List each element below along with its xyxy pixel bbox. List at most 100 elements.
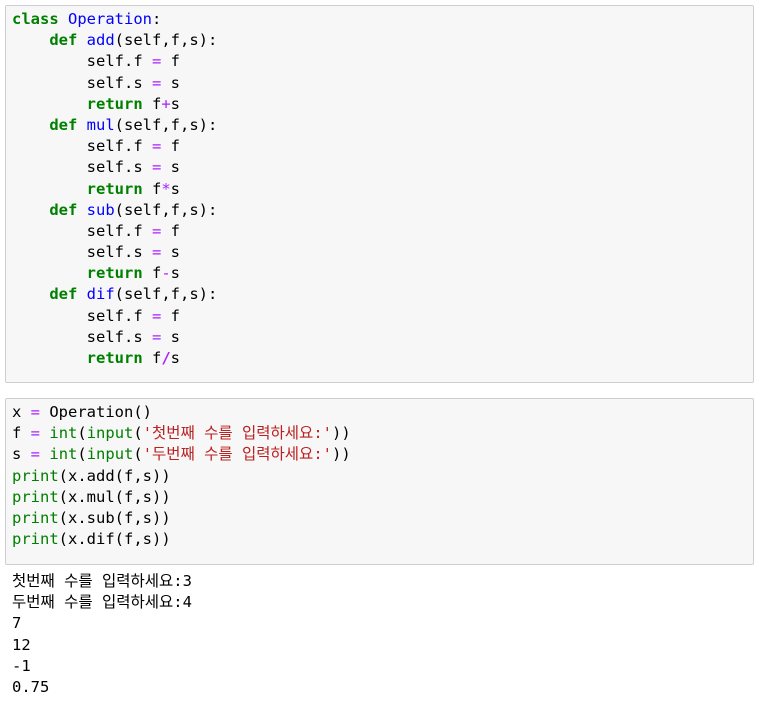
code-token: = (151, 327, 162, 346)
code-line: x = Operation() (12, 402, 753, 423)
code-token: )) (331, 445, 351, 464)
code-token: )) (331, 424, 351, 443)
code-cell-class-definition[interactable]: class Operation: def add(self,f,s): self… (5, 5, 754, 383)
code-token: - (161, 264, 171, 283)
code-token: self.f (12, 52, 152, 71)
code-token: return (86, 349, 143, 367)
code-token: = (151, 137, 162, 156)
code-token: = (30, 403, 41, 421)
code-line: return f/s (12, 348, 753, 369)
code-token: int (49, 424, 78, 443)
code-token: f (161, 221, 180, 240)
code-token: + (161, 94, 171, 113)
code-token: s (161, 158, 180, 177)
code-token: s (170, 94, 181, 113)
code-line: print(x.mul(f,s)) (12, 487, 753, 508)
code-token: mul (86, 115, 115, 134)
code-token: ( (133, 424, 143, 443)
code-token: f (161, 306, 180, 325)
code-token: * (161, 179, 171, 198)
code-token: ( (77, 424, 87, 443)
code-token: return (86, 94, 143, 113)
code-line: self.f = f (12, 306, 753, 327)
code-token: = (151, 306, 162, 325)
output-line: 12 (12, 635, 31, 654)
code-token: (x.dif(f,s)) (58, 530, 171, 549)
code-token: f (142, 349, 162, 367)
code-line: self.s = s (12, 327, 753, 348)
code-token: s (161, 243, 180, 262)
code-token: '첫번째 수를 입력하세요:' (142, 424, 332, 443)
code-line: return f-s (12, 263, 753, 284)
code-token: = (30, 424, 41, 443)
code-line: f = int(input('첫번째 수를 입력하세요:')) (12, 423, 753, 444)
code-token: dif (86, 285, 115, 304)
code-token: s (170, 179, 181, 198)
code-line: s = int(input('두번째 수를 입력하세요:')) (12, 444, 753, 465)
code-token: self.s (12, 243, 152, 262)
code-token: f (142, 94, 162, 113)
code-line: class Operation: (12, 9, 753, 30)
code-token: s (170, 349, 181, 367)
code-line: self.s = s (12, 242, 753, 263)
code-token: input (86, 424, 134, 443)
code-token: '두번째 수를 입력하세요:' (142, 445, 332, 464)
code-token: print (12, 508, 59, 527)
code-token: self.f (12, 137, 152, 156)
code-token: add (86, 31, 115, 50)
code-token: def (49, 200, 78, 219)
code-token: = (30, 445, 41, 464)
code-token: (x.mul(f,s)) (58, 487, 171, 506)
code-line: self.f = f (12, 221, 753, 242)
code-token: s (12, 445, 31, 464)
code-line: print(x.dif(f,s)) (12, 529, 753, 550)
output-line: -1 (12, 656, 31, 675)
output-line: 7 (12, 614, 22, 633)
code-token: sub (86, 200, 115, 219)
code-line: print(x.add(f,s)) (12, 466, 753, 487)
code-line: return f*s (12, 179, 753, 200)
code-line: self.f = f (12, 136, 753, 157)
code-line: self.s = s (12, 73, 753, 94)
code-line: def add(self,f,s): (12, 30, 753, 51)
code-token: (x.sub(f,s)) (58, 508, 171, 527)
code-token: : (152, 10, 162, 28)
output-line: 0.75 (12, 677, 50, 696)
code-editor-class-definition[interactable]: class Operation: def add(self,f,s): self… (6, 6, 753, 369)
code-token: Operation() (40, 403, 152, 421)
code-token: = (151, 73, 162, 92)
code-token: = (151, 158, 162, 177)
code-token: f (142, 179, 162, 198)
code-token: (self,f,s): (114, 200, 218, 219)
code-token: (x.add(f,s)) (58, 466, 171, 485)
code-token: f (12, 424, 31, 443)
code-editor-usage[interactable]: x = Operation() f = int(input('첫번째 수를 입력하… (6, 399, 753, 550)
code-token: f (161, 52, 180, 71)
code-token: class (12, 10, 59, 28)
code-token: int (49, 445, 78, 464)
code-line: def sub(self,f,s): (12, 200, 753, 221)
code-token: / (161, 349, 171, 367)
output-line: 첫번째 수를 입력하세요:3 (12, 572, 192, 590)
code-line: return f+s (12, 94, 753, 115)
code-token: ( (133, 445, 143, 464)
code-line: self.s = s (12, 157, 753, 178)
code-token: (self,f,s): (114, 115, 218, 134)
code-token: = (151, 243, 162, 262)
code-token: return (86, 179, 143, 198)
code-cell-usage[interactable]: x = Operation() f = int(input('첫번째 수를 입력하… (5, 398, 754, 565)
code-token: print (12, 487, 59, 506)
code-token: (self,f,s): (114, 31, 218, 50)
code-token: (self,f,s): (114, 285, 218, 304)
code-token: input (86, 445, 134, 464)
